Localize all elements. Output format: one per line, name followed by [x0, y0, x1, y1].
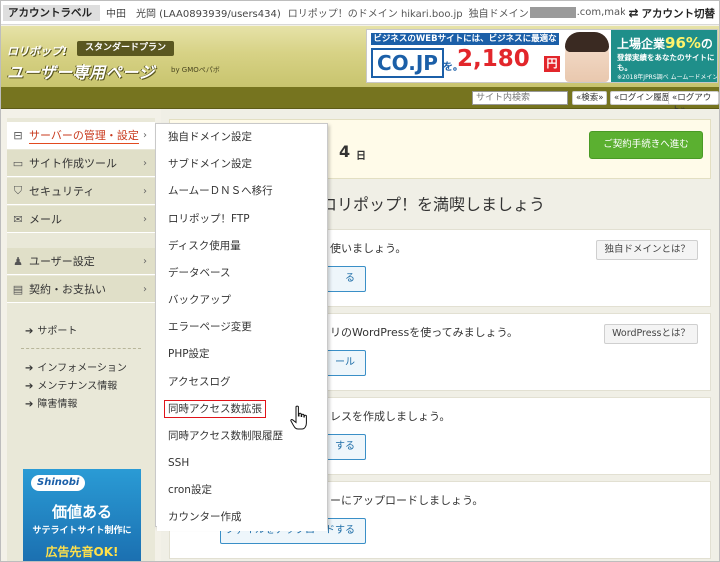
arrow-right-icon: ➔ [25, 381, 34, 392]
sidebar-item-billing[interactable]: ▤ 契約・お支払い › [7, 276, 155, 303]
sidebar-item-server-settings[interactable]: ⊟ サーバーの管理・設定 › [7, 122, 155, 149]
nav-bar: «検索» «ログイン履歴» «ログアウト» [1, 87, 719, 115]
menu-item-subdomain[interactable]: サブドメイン設定 [157, 151, 327, 178]
sidebar-item-label: ユーザー設定 [29, 255, 95, 268]
ad-right-panel: 上場企業96%の 登録実績をあなたのサイトにも。 ※2018年JPRS調べ ムー… [611, 30, 718, 82]
menu-item-error-page[interactable]: エラーページ変更 [157, 314, 327, 341]
search-button[interactable]: «検索» [572, 91, 608, 105]
card-text: ーにアップロードしましょう。 [330, 494, 484, 507]
chevron-right-icon: › [143, 283, 147, 295]
ad-price: 2,180 [457, 46, 530, 72]
user-page-logo[interactable]: ユーザー専用ページ [7, 59, 155, 83]
ad-banner[interactable]: ビジネスのWEBサイトには、ビジネスに最適な CO.JP を。 2,180 円 … [366, 29, 718, 83]
menu-item-backup[interactable]: バックアップ [157, 287, 327, 314]
lolipop-logo[interactable]: ロリポップ! [7, 43, 67, 59]
page-frame: アカウントラベル 中田 光岡 (LAA0893939/users434) ロリポ… [0, 0, 720, 562]
shinobi-subtitle: サテライトサイト制作に [32, 526, 132, 536]
chevron-right-icon: › [143, 213, 147, 225]
menu-item-database[interactable]: データベース [157, 260, 327, 287]
card-text: レスを作成しましょう。 [330, 410, 451, 423]
sidebar-item-label: サーバーの管理・設定 [29, 129, 139, 144]
ad-right-sub: 登録実績をあなたのサイトにも。 [617, 53, 715, 72]
user-icon: ♟ [13, 254, 23, 268]
sidebar-item-label: サイト作成ツール [29, 157, 117, 170]
arrow-right-icon: ➔ [25, 326, 34, 337]
menu-item-counter[interactable]: カウンター作成 [157, 504, 327, 531]
plan-badge: スタンダードプラン [77, 41, 175, 56]
sidebar-item-site-tools[interactable]: ▭ サイト作成ツール › [7, 150, 155, 177]
account-domain: ロリポップ！のドメイン hikari.boo.jp [287, 9, 463, 20]
sidebar-item-label: セキュリティ [29, 185, 95, 198]
ad-right-title: 上場企業96%の [617, 34, 713, 52]
shinobi-title: 価値ある [51, 503, 112, 521]
sidebar-item-label: メール [29, 213, 62, 226]
card-icon: ▤ [12, 282, 24, 296]
contract-button[interactable]: ご契約手続きへ進む [589, 131, 703, 159]
masked-domain [529, 7, 576, 18]
menu-item-ssh[interactable]: SSH [157, 450, 327, 477]
sidebar-item-mail[interactable]: ✉ メール › [7, 206, 155, 233]
ad-person-image [565, 32, 609, 82]
server-icon: ⊟ [13, 128, 23, 142]
wordpress-help-button[interactable]: WordPressとは？ [604, 324, 698, 344]
account-bar: アカウントラベル 中田 光岡 (LAA0893939/users434) ロリポ… [1, 1, 719, 25]
information-link[interactable]: ➔ インフォメーション [25, 359, 127, 374]
support-link[interactable]: ➔ サポート [25, 322, 77, 337]
menu-item-access-log[interactable]: アクセスログ [157, 369, 327, 396]
menu-item-muumuu-dns[interactable]: ムームーＤＮＳへ移行 [157, 178, 327, 205]
menu-item-php[interactable]: PHP設定 [157, 341, 327, 368]
chevron-right-icon: › [143, 129, 147, 141]
own-domain-help-button[interactable]: 独自ドメインとは？ [596, 240, 698, 260]
arrow-right-icon: ➔ [25, 399, 34, 410]
shinobi-ad-banner[interactable]: Shinobi 価値ある サテライトサイト制作に 広告先音OK! [23, 469, 141, 561]
account-switch-button[interactable]: ⇄ アカウント切替 [625, 1, 716, 24]
date-unit: 日 [356, 151, 366, 162]
ad-right-note: ※2018年JPRS調べ ムームードメイン by GMOペパボ [617, 74, 718, 81]
chevron-right-icon: › [143, 185, 147, 197]
shinobi-bottom: 広告先音OK! [45, 545, 119, 559]
server-settings-menu: 独自ドメイン設定 サブドメイン設定 ムームーＤＮＳへ移行 ロリポップ！FTP デ… [155, 123, 328, 531]
incident-link[interactable]: ➔ 障害情報 [25, 395, 77, 410]
monitor-icon: ▭ [12, 156, 24, 170]
ad-tagline: ビジネスのWEBサイトには、ビジネスに最適な [371, 33, 559, 45]
sidebar-item-user-settings[interactable]: ♟ ユーザー設定 › [7, 248, 155, 275]
switch-icon: ⇄ [628, 6, 639, 20]
welcome-heading: ロリポップ！を満喫しましょう [321, 195, 546, 214]
card-text: 使いましょう。 [330, 242, 407, 255]
chevron-right-icon: › [143, 255, 147, 267]
shinobi-logo: Shinobi [31, 475, 86, 491]
account-user: 中田 光岡 (LAA0893939/users434) [106, 9, 281, 20]
account-label: アカウントラベル [3, 4, 100, 21]
menu-item-ftp[interactable]: ロリポップ！FTP [157, 206, 327, 233]
menu-item-cron[interactable]: cron設定 [157, 477, 327, 504]
card-text: リのWordPressを使ってみましょう。 [330, 326, 519, 339]
shield-icon: ⛉ [13, 184, 23, 197]
menu-item-own-domain[interactable]: 独自ドメイン設定 [157, 124, 327, 151]
logout-button[interactable]: «ログアウト» [668, 91, 719, 115]
menu-item-highlighted-label: 同時アクセス数拡張 [164, 400, 266, 418]
sidebar-item-label: 契約・お支払い [29, 283, 106, 296]
own-domain-label: 独自ドメイン [468, 9, 529, 20]
hand-cursor-icon [290, 405, 307, 430]
header-banner: ロリポップ! スタンダードプラン ユーザー専用ページ by GMOペパボ ビジネ… [1, 26, 719, 87]
sidebar-divider [21, 348, 141, 349]
sidebar-item-security[interactable]: ⛉ セキュリティ › [7, 178, 155, 205]
chevron-right-icon: › [143, 157, 147, 169]
site-search-input[interactable] [472, 91, 568, 105]
menu-item-disk-usage[interactable]: ディスク使用量 [157, 233, 327, 260]
mail-icon: ✉ [13, 212, 23, 226]
sidebar: ⊟ サーバーの管理・設定 › ▭ サイト作成ツール › ⛉ セキュリティ › ✉… [7, 118, 155, 561]
arrow-right-icon: ➔ [25, 363, 34, 374]
ad-cojp: CO.JP [371, 48, 444, 78]
date-number: 4 [339, 142, 351, 161]
ad-yen: 円 [544, 56, 560, 72]
account-switch-label: アカウント切替 [641, 7, 716, 20]
maintenance-link[interactable]: ➔ メンテナンス情報 [25, 377, 117, 392]
gmo-logo: by GMOペパボ [171, 66, 220, 74]
